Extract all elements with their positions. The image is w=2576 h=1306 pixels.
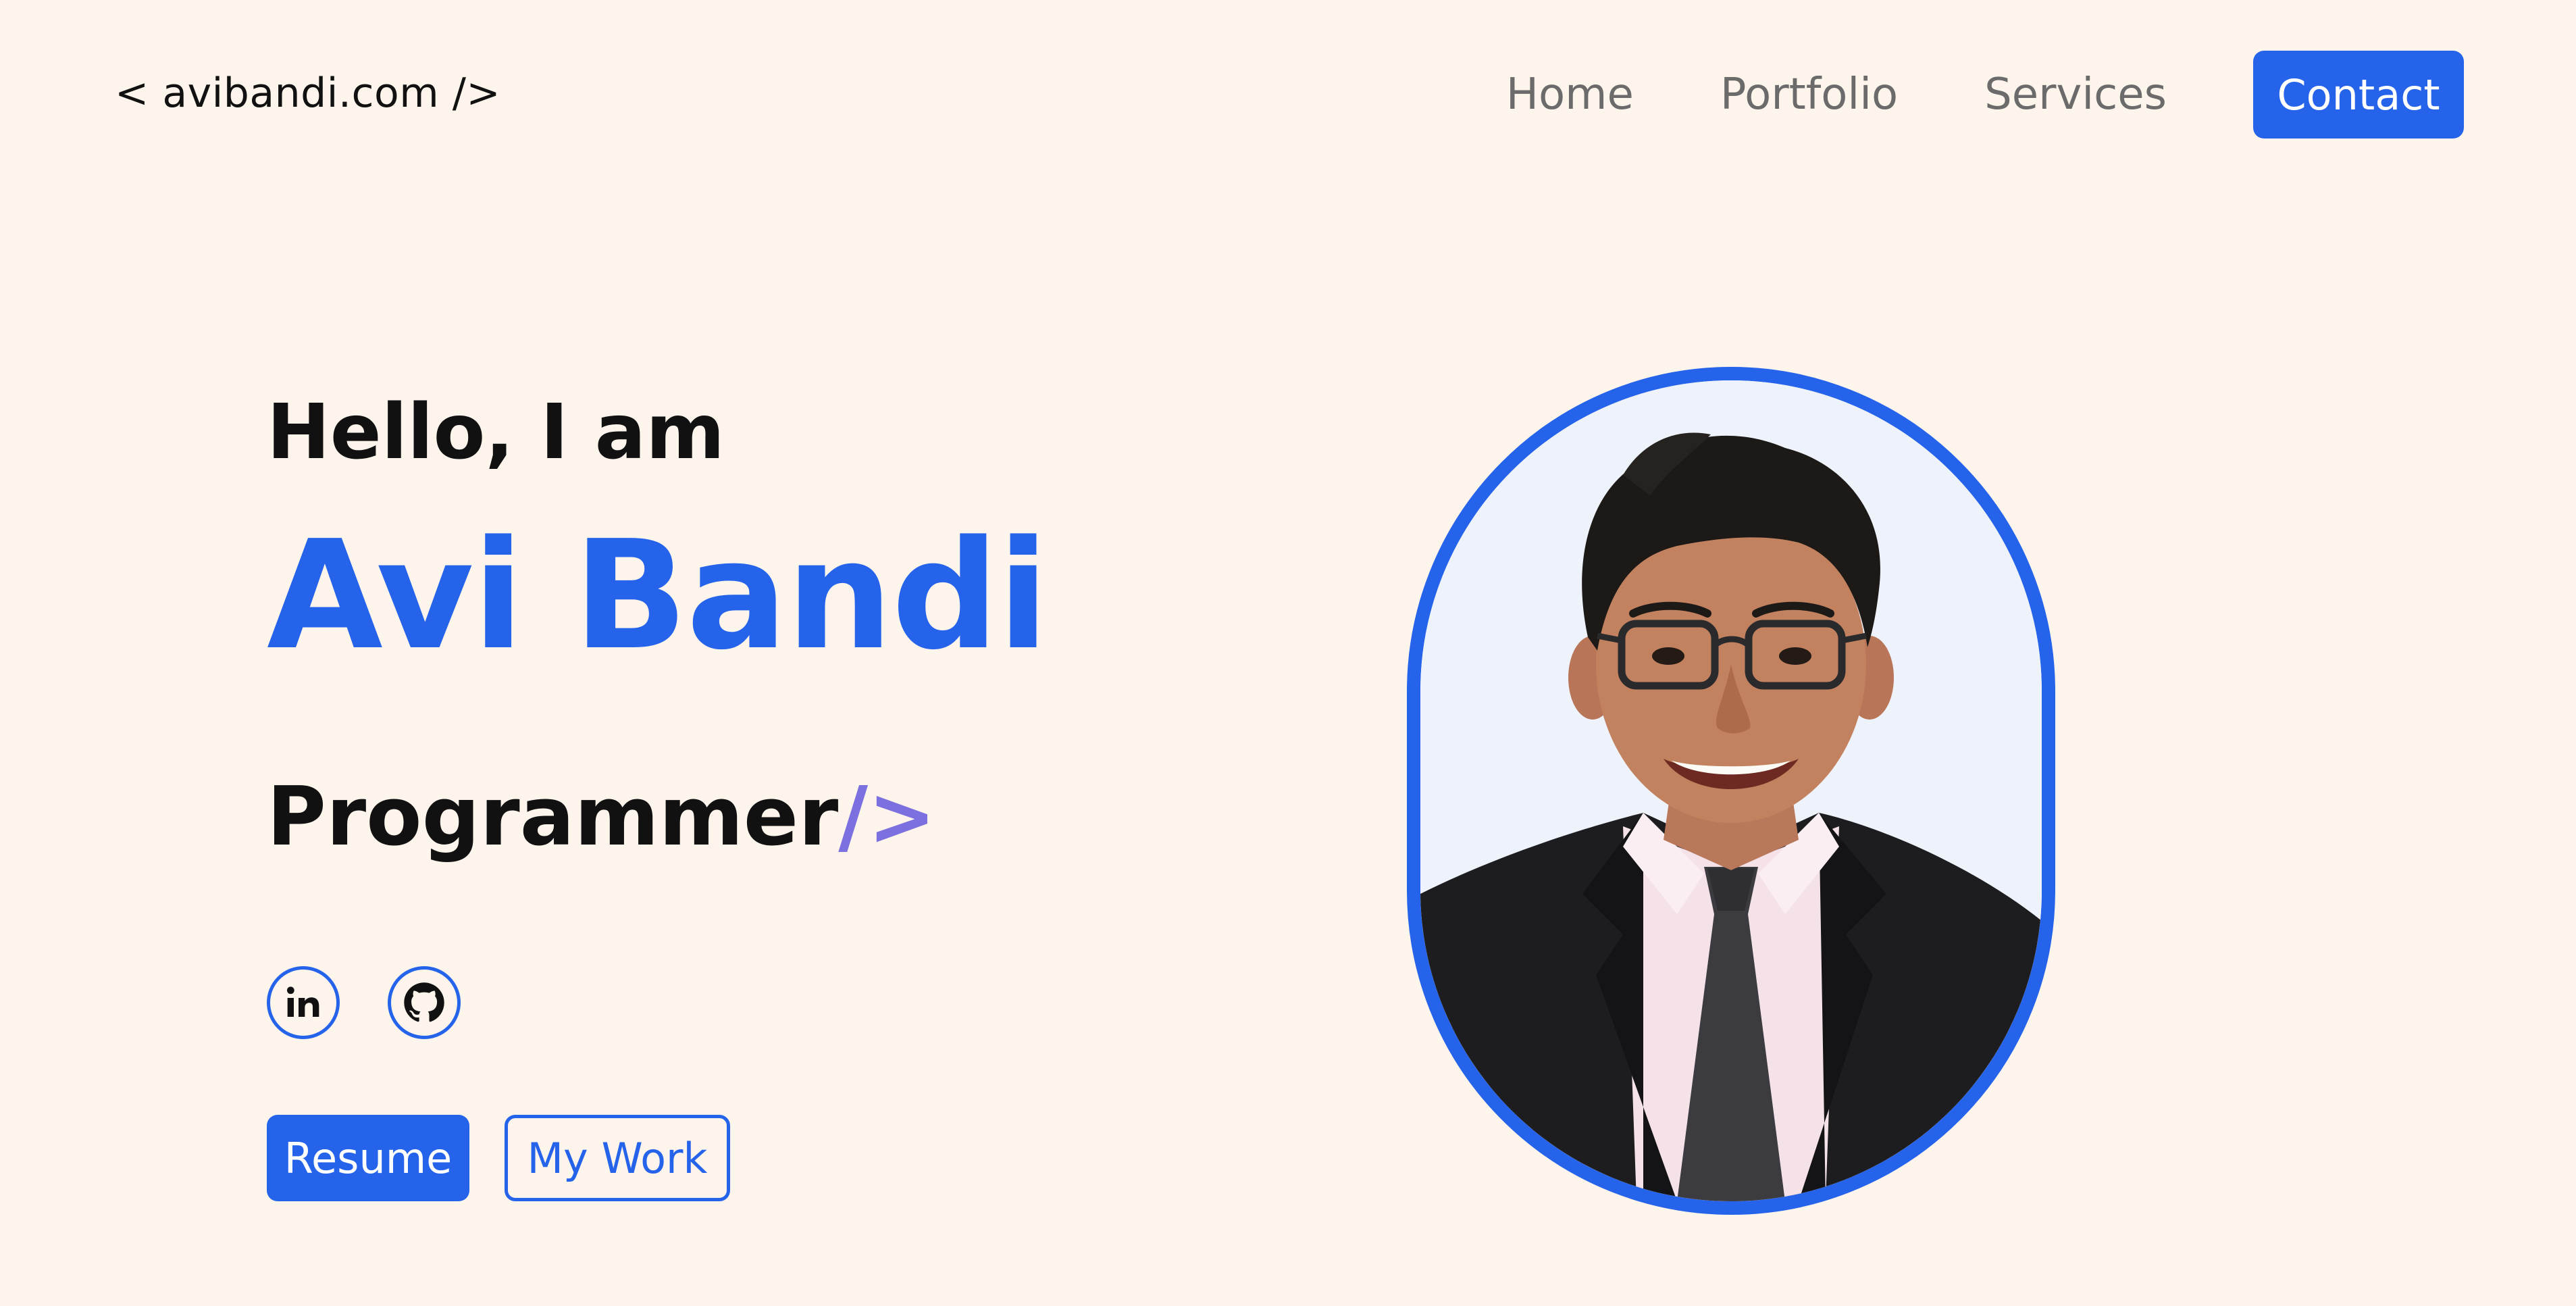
resume-button[interactable]: Resume <box>267 1115 469 1201</box>
main-nav: Home Portfolio Services Contact <box>1506 51 2464 139</box>
portrait-illustration <box>1420 380 2042 1201</box>
contact-button[interactable]: Contact <box>2253 51 2464 139</box>
hero-role-text: Programmer <box>267 770 839 864</box>
hero-name: Avi Bandi <box>267 509 1049 683</box>
hero-role-suffix: /> <box>838 770 936 864</box>
linkedin-link[interactable] <box>267 966 340 1039</box>
github-icon <box>404 982 444 1022</box>
nav-home-link[interactable]: Home <box>1506 70 1634 120</box>
profile-photo <box>1407 367 2055 1215</box>
hero-role: Programmer/> <box>267 770 936 864</box>
my-work-button[interactable]: My Work <box>505 1115 730 1201</box>
github-link[interactable] <box>388 966 461 1039</box>
nav-portfolio-link[interactable]: Portfolio <box>1720 70 1898 120</box>
page: < avibandi.com /> Home Portfolio Service… <box>0 0 2576 1306</box>
site-logo[interactable]: < avibandi.com /> <box>115 70 500 117</box>
nav-services-link[interactable]: Services <box>1984 70 2167 120</box>
linkedin-icon <box>286 986 319 1017</box>
hero-greeting: Hello, I am <box>267 388 725 476</box>
